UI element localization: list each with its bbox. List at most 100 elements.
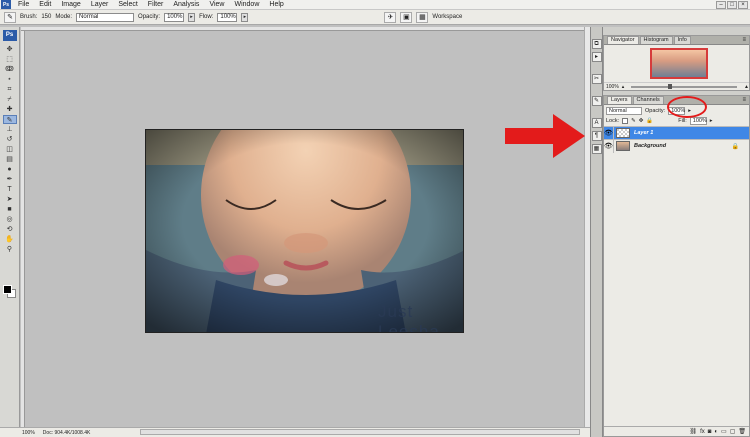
magic-wand-icon[interactable]: ⋆ — [3, 75, 17, 84]
paragraph-panel-icon[interactable]: ¶ — [591, 131, 602, 141]
menu-help[interactable]: Help — [264, 0, 288, 9]
layers-menu-icon[interactable]: ≡ — [742, 97, 746, 103]
history-brush-icon[interactable]: ↺ — [3, 135, 17, 144]
marquee-tool-icon[interactable]: ⬚ — [3, 55, 17, 64]
pen-tool-icon[interactable]: ✒ — [3, 175, 17, 184]
lock-paint-icon[interactable]: ✎ — [631, 118, 636, 124]
maximize-icon[interactable]: □ — [727, 1, 737, 9]
lock-label: Lock: — [606, 118, 620, 124]
opacity-field[interactable]: 100% — [164, 12, 185, 22]
clone-stamp-icon[interactable]: ⊥ — [3, 125, 17, 134]
zoom-in-icon[interactable]: ▲ — [744, 84, 749, 90]
layer-name: Layer 1 — [634, 130, 654, 136]
crop-tool-icon[interactable]: ⌗ — [3, 85, 17, 94]
hand-tool-icon[interactable]: ✋ — [3, 235, 17, 244]
ruler-horizontal — [21, 27, 584, 31]
flow-arrow-icon[interactable]: ▸ — [241, 12, 249, 22]
clone-source-icon[interactable]: ▦ — [591, 144, 602, 154]
adjustment-layer-icon[interactable]: ◐ — [714, 429, 718, 435]
menu-edit[interactable]: Edit — [34, 0, 56, 9]
new-layer-icon[interactable]: ▢ — [730, 428, 736, 435]
gradient-icon[interactable]: ▤ — [3, 155, 17, 164]
navigator-zoom[interactable]: 100% — [606, 84, 619, 90]
layer-row-layer1[interactable]: 👁 Layer 1 — [604, 126, 749, 140]
tab-navigator[interactable]: Navigator — [607, 36, 639, 44]
lasso-tool-icon[interactable]: ↂ — [3, 65, 17, 74]
lock-row: Lock: ✎ ✥ 🔒 Fill: 100% ▸ — [604, 116, 749, 126]
link-layers-icon[interactable]: ⛓ — [689, 428, 697, 435]
flow-field[interactable]: 100% — [217, 12, 238, 22]
visibility-eye-icon[interactable]: 👁 — [604, 139, 614, 153]
layer-row-background[interactable]: 👁 Background 🔒 — [604, 139, 749, 153]
path-select-icon[interactable]: ➤ — [3, 195, 17, 204]
brush-preset-icon[interactable]: ✎ — [4, 11, 16, 23]
menu-layer[interactable]: Layer — [86, 0, 114, 9]
blend-mode-select[interactable]: Normal — [606, 106, 642, 115]
eraser-icon[interactable]: ◫ — [3, 145, 17, 154]
fill-arrow-icon[interactable]: ▸ — [710, 118, 713, 124]
layer-name: Background — [634, 143, 667, 149]
navigator-thumbnail[interactable] — [650, 48, 708, 79]
lock-all-icon[interactable]: 🔒 — [646, 118, 653, 124]
horizontal-scrollbar[interactable] — [140, 429, 580, 435]
fill-field[interactable]: 100% — [689, 117, 707, 125]
eyedropper-icon[interactable]: ⌿ — [3, 95, 17, 104]
minimize-icon[interactable]: – — [716, 1, 726, 9]
layer-style-icon[interactable]: fx — [700, 429, 705, 435]
tab-info[interactable]: Info — [673, 36, 691, 44]
zoom-slider[interactable] — [631, 83, 738, 89]
zoom-out-icon[interactable]: ▴ — [622, 84, 625, 90]
layer-mask-icon[interactable]: ◙ — [708, 429, 712, 435]
dodge-icon[interactable]: ● — [3, 165, 17, 174]
workspace-icon[interactable]: ▦ — [416, 11, 429, 23]
zoom-slider-knob[interactable] — [668, 83, 673, 89]
panel-dock: ⧉ ▸ ✂ ✎ A ¶ ▦ — [590, 27, 603, 437]
zoom-readout[interactable]: 100% — [22, 430, 35, 436]
brushes-panel-icon[interactable]: ✎ — [591, 96, 602, 106]
tablet-pressure-icon[interactable]: ▣ — [400, 11, 413, 23]
tab-channels[interactable]: Channels — [632, 96, 664, 104]
mode-select[interactable]: Normal — [76, 12, 135, 22]
brush-tool-icon[interactable]: ✎ — [2, 115, 17, 124]
menu-select[interactable]: Select — [113, 0, 142, 9]
opacity-arrow-icon[interactable]: ▸ — [188, 12, 196, 22]
visibility-eye-icon[interactable]: 👁 — [604, 126, 614, 140]
brush-label: Brush: — [20, 14, 38, 20]
watermark-text: Just Leesha — [378, 302, 440, 333]
new-group-icon[interactable]: ▭ — [721, 428, 727, 435]
brush-size[interactable]: 150 — [41, 14, 51, 20]
character-panel-icon[interactable]: A — [591, 118, 602, 128]
foreground-color-swatch[interactable] — [3, 285, 12, 294]
menu-analysis[interactable]: Analysis — [168, 0, 204, 9]
airbrush-icon[interactable]: ✈ — [384, 11, 397, 23]
shape-tool-icon[interactable]: ■ — [3, 205, 17, 214]
layer-thumbnail — [616, 141, 630, 151]
document-image[interactable]: Just Leesha — [145, 129, 464, 333]
menu-window[interactable]: Window — [229, 0, 264, 9]
type-tool-icon[interactable]: T — [3, 185, 17, 194]
move-tool-icon[interactable]: ✥ — [3, 45, 17, 54]
tool-presets-icon[interactable]: ✂ — [591, 74, 602, 84]
workspace-label[interactable]: Workspace — [432, 14, 462, 20]
tab-layers[interactable]: Layers — [607, 96, 632, 104]
lock-position-icon[interactable]: ✥ — [639, 118, 644, 124]
menu-view[interactable]: View — [204, 0, 229, 9]
delete-layer-icon[interactable]: 🗑 — [738, 428, 746, 435]
zoom-tool-icon[interactable]: ⚲ — [3, 245, 17, 254]
3d-orbit-icon[interactable]: ⟲ — [3, 225, 17, 234]
menu-image[interactable]: Image — [56, 0, 85, 9]
menu-file[interactable]: File — [13, 0, 34, 9]
lock-transparency-icon[interactable] — [622, 118, 629, 124]
3d-rotate-icon[interactable]: ◎ — [3, 215, 17, 224]
opacity-label: Opacity: — [138, 14, 161, 20]
healing-brush-icon[interactable]: ✚ — [3, 105, 17, 114]
panel-menu-icon[interactable]: ≡ — [742, 37, 746, 43]
actions-panel-icon[interactable]: ▸ — [591, 52, 602, 62]
history-panel-icon[interactable]: ⧉ — [591, 39, 602, 49]
navigator-panel: Navigator Histogram Info ≡ 100% ▴ ▲ — [603, 35, 750, 91]
tab-histogram[interactable]: Histogram — [639, 36, 673, 44]
menu-filter[interactable]: Filter — [143, 0, 169, 9]
options-bar: ✎ Brush: 150 Mode: Normal Opacity: 100% … — [0, 10, 750, 25]
doc-size[interactable]: Doc: 904.4K/1008.4K — [43, 430, 91, 436]
close-icon[interactable]: × — [738, 1, 748, 9]
